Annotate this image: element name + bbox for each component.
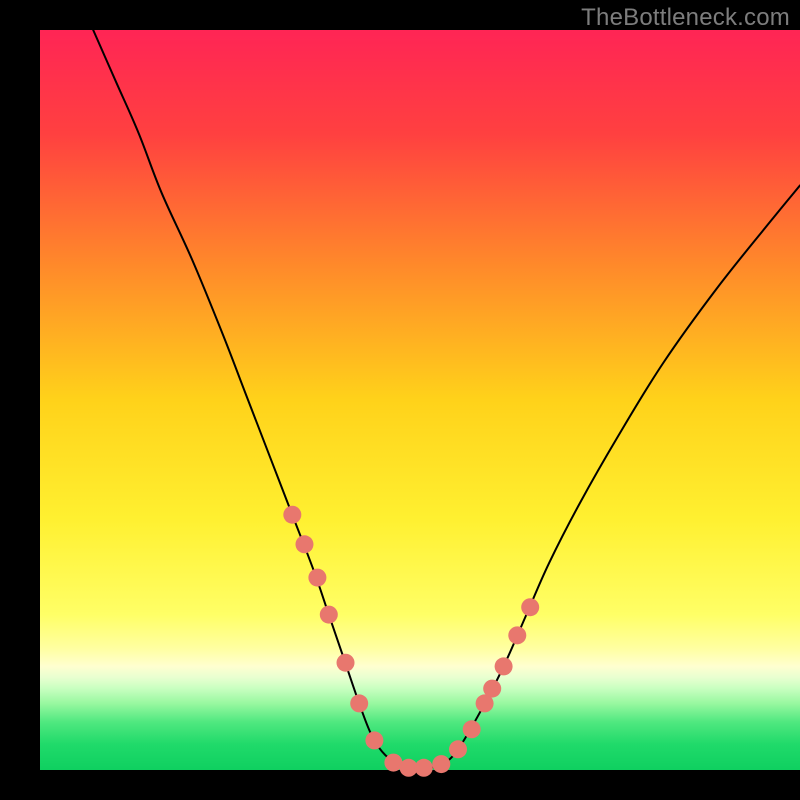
bottleneck-chart bbox=[0, 0, 800, 800]
highlight-marker bbox=[295, 535, 313, 553]
highlight-marker bbox=[283, 506, 301, 524]
highlight-marker bbox=[508, 626, 526, 644]
highlight-marker bbox=[449, 740, 467, 758]
highlight-marker bbox=[521, 598, 539, 616]
highlight-marker bbox=[432, 755, 450, 773]
highlight-marker bbox=[495, 657, 513, 675]
highlight-marker bbox=[308, 569, 326, 587]
highlight-marker bbox=[337, 654, 355, 672]
highlight-marker bbox=[320, 606, 338, 624]
chart-frame: TheBottleneck.com bbox=[0, 0, 800, 800]
highlight-marker bbox=[463, 720, 481, 738]
highlight-marker bbox=[365, 731, 383, 749]
highlight-marker bbox=[483, 680, 501, 698]
watermark-text: TheBottleneck.com bbox=[581, 4, 790, 32]
highlight-marker bbox=[415, 759, 433, 777]
chart-gradient-background bbox=[40, 30, 800, 770]
highlight-marker bbox=[350, 694, 368, 712]
